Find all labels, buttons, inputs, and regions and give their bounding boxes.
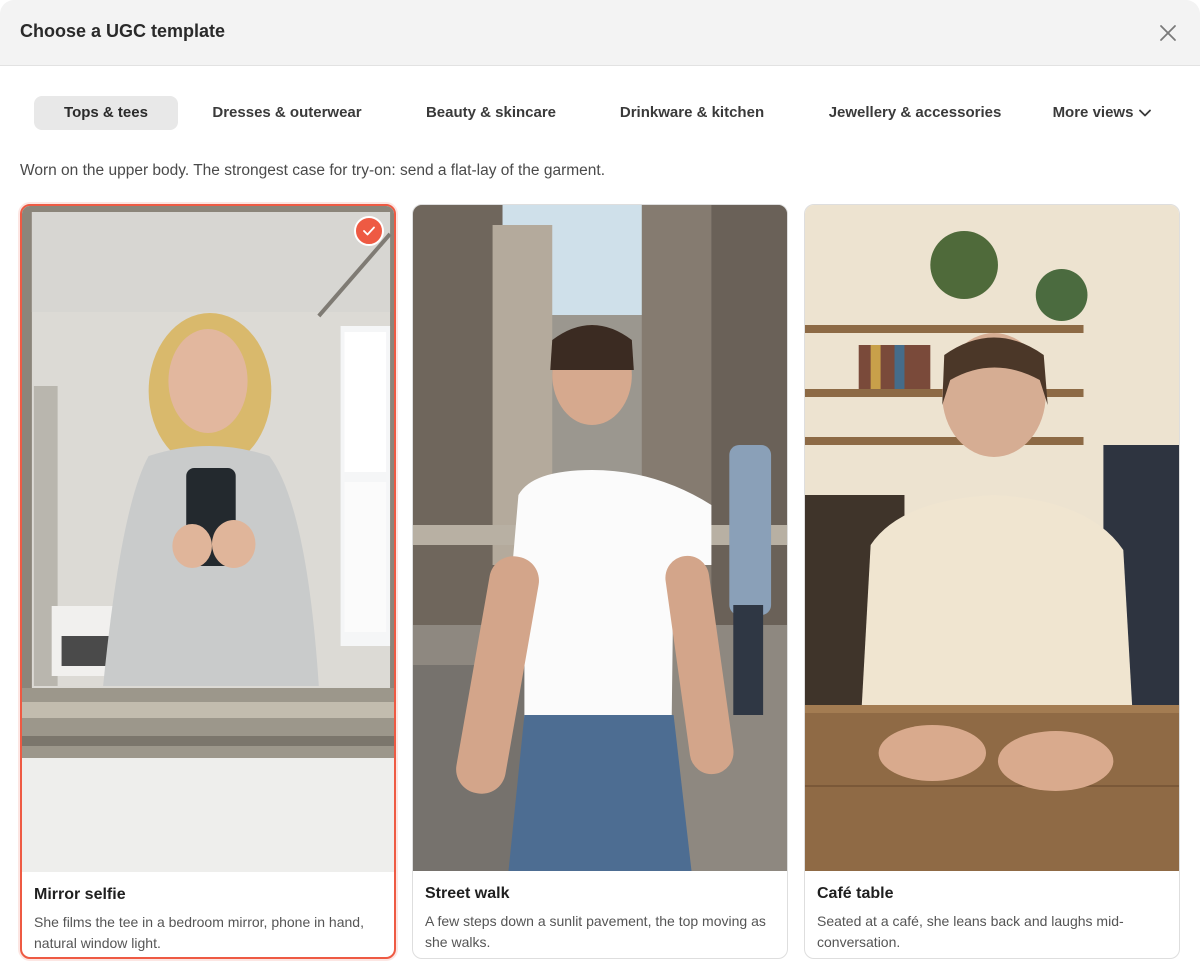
dialog-title: Choose a UGC template — [20, 21, 226, 41]
template-description: Seated at a café, she leans back and lau… — [817, 913, 1124, 950]
tab-drinkware-kitchen[interactable]: Drinkware & kitchen — [604, 96, 780, 130]
category-tabs: Tops & tees Dresses & outerwear Beauty &… — [0, 96, 1200, 130]
template-title: Mirror selfie — [34, 886, 126, 903]
chevron-down-icon — [1139, 96, 1152, 130]
cafe-table-photo — [805, 205, 1179, 871]
mirror-selfie-photo — [22, 206, 394, 872]
template-description: She films the tee in a bedroom mirror, p… — [34, 914, 364, 951]
tab-tops-tees[interactable]: Tops & tees — [34, 96, 178, 130]
tab-more-views[interactable]: More views — [1040, 96, 1164, 130]
template-card-cafe-table[interactable]: Café table Seated at a café, she leans b… — [804, 204, 1180, 959]
more-views-label: More views — [1052, 104, 1134, 121]
template-dialog: Choose a UGC template Tops & tees Dresse… — [0, 0, 1200, 979]
template-card-street-walk[interactable]: Street walk A few steps down a sunlit pa… — [412, 204, 788, 959]
dialog-header: Choose a UGC template — [0, 0, 1200, 66]
tab-dresses-outerwear[interactable]: Dresses & outerwear — [196, 96, 378, 130]
template-description: A few steps down a sunlit pavement, the … — [425, 913, 766, 950]
category-description: Worn on the upper body. The strongest ca… — [20, 162, 606, 179]
street-walk-photo — [413, 205, 787, 871]
template-card-mirror-selfie[interactable]: Mirror selfie She films the tee in a bed… — [20, 204, 396, 959]
card-meta: Mirror selfie She films the tee in a bed… — [22, 872, 394, 957]
checkmark-icon — [354, 216, 384, 246]
close-icon[interactable] — [1155, 20, 1181, 46]
template-title: Café table — [817, 885, 894, 902]
tab-beauty-skincare[interactable]: Beauty & skincare — [408, 96, 574, 130]
tab-jewellery-accessories[interactable]: Jewellery & accessories — [812, 96, 1018, 130]
template-title: Street walk — [425, 885, 510, 902]
card-meta: Café table Seated at a café, she leans b… — [805, 871, 1179, 958]
card-meta: Street walk A few steps down a sunlit pa… — [413, 871, 787, 958]
